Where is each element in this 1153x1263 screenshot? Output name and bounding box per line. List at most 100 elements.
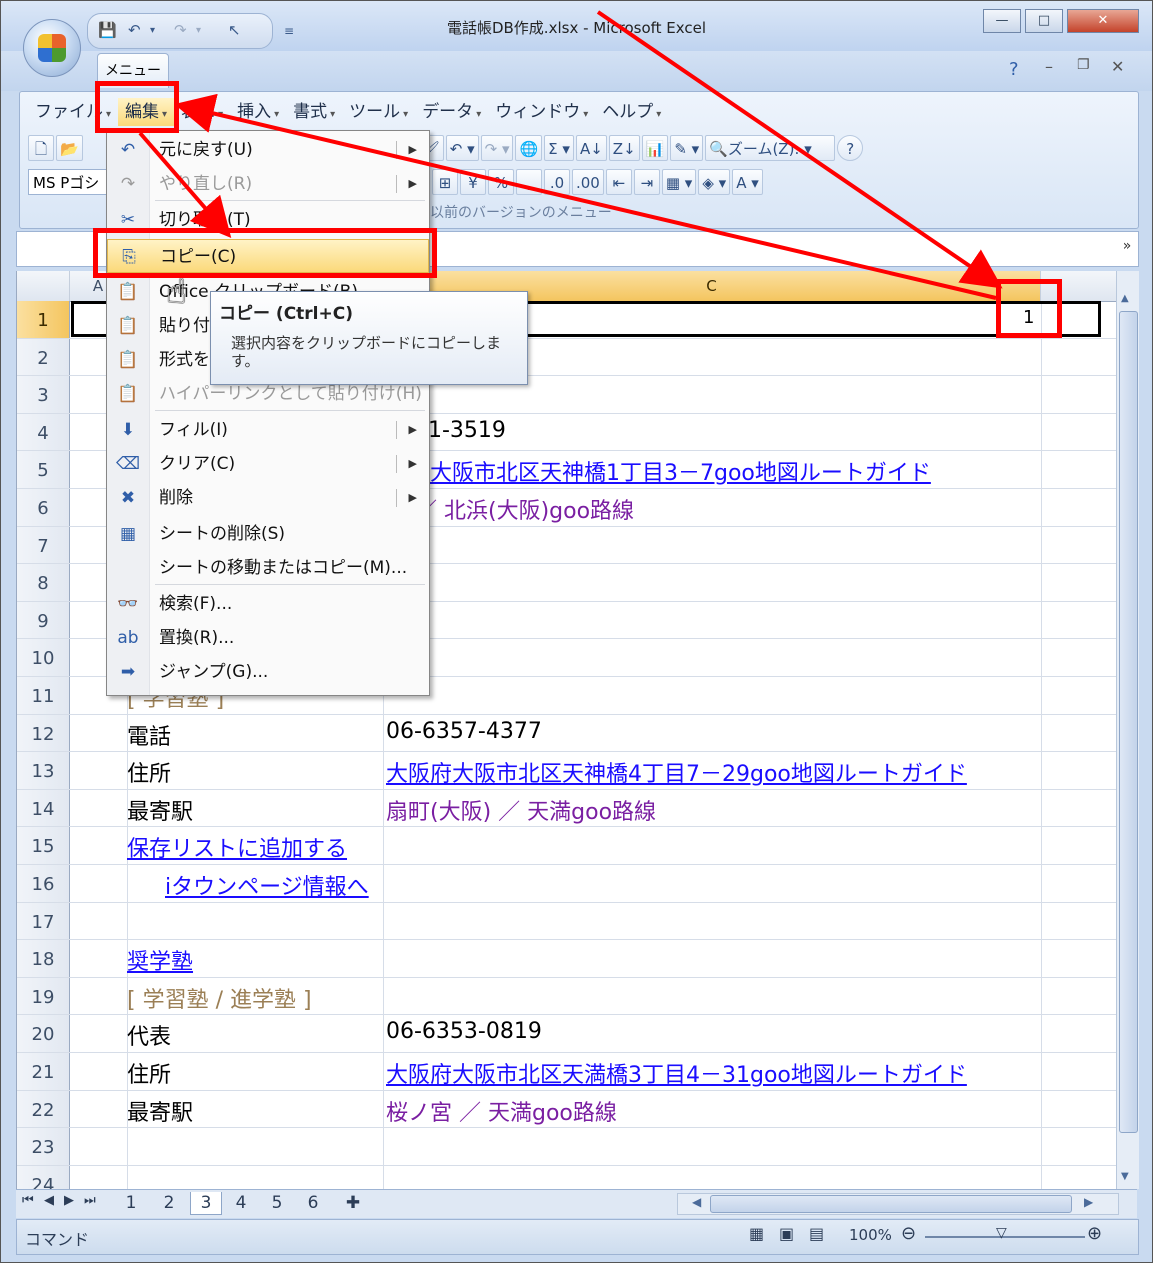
customize-qat-icon[interactable]: ≡ [284,24,294,38]
row-header[interactable]: 1 [17,301,70,338]
redo-icon[interactable]: ↷ [174,21,187,39]
chevron-down-icon[interactable]: ▾ [150,25,155,36]
row-header[interactable]: 3 [17,376,70,413]
cell-link-c[interactable]: 大阪府大阪市北区天神橋4丁目7－29goo地図ルートガイド [386,756,967,788]
undo-icon[interactable]: ↶ ▾ [445,135,479,161]
row-header[interactable]: 23 [17,1128,70,1165]
zoom-slider-thumb[interactable]: ▽ [996,1225,1007,1241]
row-header[interactable]: 13 [17,752,70,789]
ribbon-minimize-icon[interactable]: – [1045,57,1053,76]
help-icon[interactable]: ? [1009,59,1019,80]
horizontal-scroll-thumb[interactable] [710,1195,1072,1213]
page-break-view-icon[interactable]: ▤ [809,1224,824,1243]
horizontal-scrollbar[interactable]: ◀ ▶ [677,1193,1119,1215]
tab-sheet-2[interactable]: 2 [154,1192,184,1214]
menu-item-binoculars[interactable]: 👓 検索(F)... [107,587,429,621]
menu-item-eraser[interactable]: ⌫ クリア(C) ▶ [107,447,429,481]
expand-formula-bar-icon[interactable]: » [1118,238,1136,258]
save-icon[interactable]: 💾 [98,21,117,39]
redo-icon[interactable]: ↷ ▾ [480,135,514,161]
row-header[interactable]: 19 [17,977,70,1015]
submenu-arrow-icon[interactable]: ▶ [409,167,417,201]
office-button[interactable] [23,19,81,77]
submenu-arrow-icon[interactable]: ▶ [409,413,417,447]
row-header[interactable]: 9 [17,601,70,639]
row-header[interactable]: 6 [17,489,70,526]
increase-indent-icon[interactable]: ⇥ [633,169,660,195]
first-sheet-icon[interactable]: ⏮ [22,1193,34,1208]
vertical-scrollbar[interactable]: ▲ ▼ [1116,271,1139,1189]
new-icon[interactable]: 🗋 [28,135,54,161]
menu-tools[interactable]: ツール ▾ [342,98,415,126]
submenu-arrow-icon[interactable]: ▶ [409,447,417,481]
menu-item-redo[interactable]: ↷ やり直し(R) ▶ [107,167,429,201]
drawing-icon[interactable]: ✎ ▾ [670,135,704,161]
page-layout-view-icon[interactable]: ▣ [779,1224,794,1243]
row-header[interactable]: 17 [17,902,70,940]
submenu-arrow-icon[interactable]: ▶ [409,133,417,167]
menu-help[interactable]: ヘルプ ▾ [595,98,668,126]
last-sheet-icon[interactable]: ⏭ [84,1193,96,1208]
menu-insert[interactable]: 挿入 ▾ [230,98,286,126]
prev-sheet-icon[interactable]: ◀ [44,1193,54,1208]
submenu-arrow-icon[interactable]: ▶ [409,481,417,515]
row-header[interactable]: 11 [17,677,70,714]
menu-item-delete-sheet[interactable]: ▦ シートの削除(S) [107,517,429,551]
decrease-decimal-icon[interactable]: .00 [572,169,604,195]
row-header[interactable]: 24 [17,1165,70,1189]
row-header[interactable]: 10 [17,639,70,676]
menu-view[interactable]: 表示 ▾ [174,98,230,126]
chevron-down-icon[interactable]: ▾ [196,25,201,36]
row-header[interactable]: 4 [17,413,70,451]
row-header[interactable]: 5 [17,451,70,488]
help-icon[interactable]: ? [837,135,864,161]
insert-sheet-icon[interactable]: ✚ [336,1192,370,1214]
row-header[interactable]: 15 [17,827,70,864]
row-header[interactable]: 2 [17,338,70,376]
chart-icon[interactable]: 📊 [641,135,669,161]
menu-item-replace[interactable]: ab 置換(R)... [107,621,429,655]
menu-item-move-copy-sheet[interactable]: シートの移動またはコピー(M)... [107,551,429,585]
tab-sheet-3[interactable]: 3 [190,1192,222,1215]
ribbon-restore-icon[interactable]: ❐ [1077,57,1090,73]
globe-link-icon[interactable]: 🌐 [515,135,543,161]
next-sheet-icon[interactable]: ▶ [64,1193,74,1208]
menu-format[interactable]: 書式 ▾ [286,98,342,126]
row-header[interactable]: 7 [17,526,70,564]
minimize-button[interactable]: — [983,9,1021,33]
font-color-icon[interactable]: A ▾ [732,169,763,195]
row-header[interactable]: 18 [17,940,70,977]
menu-data[interactable]: データ ▾ [415,98,488,126]
vertical-scroll-thumb[interactable] [1119,311,1138,1133]
scroll-down-icon[interactable]: ▼ [1121,1171,1129,1182]
menu-item-delete[interactable]: ✖ 削除 ▶ [107,481,429,515]
tab-sheet-1[interactable]: 1 [116,1192,146,1214]
select-all-corner[interactable] [17,271,70,301]
zoom-in-icon[interactable]: ⊕ [1087,1223,1102,1244]
scroll-left-icon[interactable]: ◀ [692,1195,701,1209]
currency-icon[interactable]: ¥ [460,169,486,195]
menu-item-undo[interactable]: ↶ 元に戻す(U) ▶ [107,133,429,167]
cell-link-c[interactable]: 阪府大阪市北区天神橋1丁目3－7goo地図ルートガイド [386,455,931,487]
cell-link-c[interactable]: 大阪府大阪市北区天満橋3丁目4－31goo地図ルートガイド [386,1057,967,1089]
scroll-right-icon[interactable]: ▶ [1084,1195,1093,1209]
zoom-dropdown[interactable]: 🔍ズーム(Z): ▾ [705,135,836,161]
cell-link-b[interactable]: 保存リストに追加する [127,831,347,863]
row-header[interactable]: 8 [17,564,70,601]
tab-sheet-4[interactable]: 4 [226,1192,256,1214]
tab-sheet-5[interactable]: 5 [262,1192,292,1214]
row-header[interactable]: 16 [17,865,70,902]
cell-link-b[interactable]: 奨学塾 [127,944,193,976]
scroll-up-icon[interactable]: ▲ [1121,293,1129,304]
menu-window[interactable]: ウィンドウ ▾ [488,98,595,126]
maximize-button[interactable]: □ [1025,9,1063,33]
increase-decimal-icon[interactable]: .0 [544,169,570,195]
close-button[interactable]: ✕ [1067,9,1139,33]
percent-icon[interactable]: % [488,169,514,195]
decrease-indent-icon[interactable]: ⇤ [605,169,632,195]
row-header[interactable]: 14 [17,789,70,827]
cell-link-b[interactable]: iタウンページ情報へ [165,869,369,901]
row-header[interactable]: 20 [17,1015,70,1052]
row-header[interactable]: 12 [17,714,70,752]
zoom-out-icon[interactable]: ⊖ [901,1223,916,1244]
